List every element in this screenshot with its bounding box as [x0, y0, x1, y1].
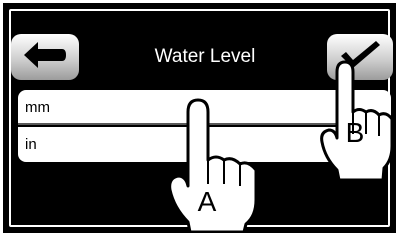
page-title: Water Level [154, 46, 256, 67]
back-button[interactable] [11, 34, 79, 80]
callout-label-a: A [198, 186, 217, 217]
list-item-label: mm [25, 99, 50, 116]
pointing-hand-b-icon: B [315, 60, 403, 185]
callout-label-b: B [346, 117, 365, 148]
list-item-label: in [25, 136, 37, 153]
left-arrow-icon [22, 40, 68, 75]
pointing-hand-a-icon: A [160, 98, 270, 234]
